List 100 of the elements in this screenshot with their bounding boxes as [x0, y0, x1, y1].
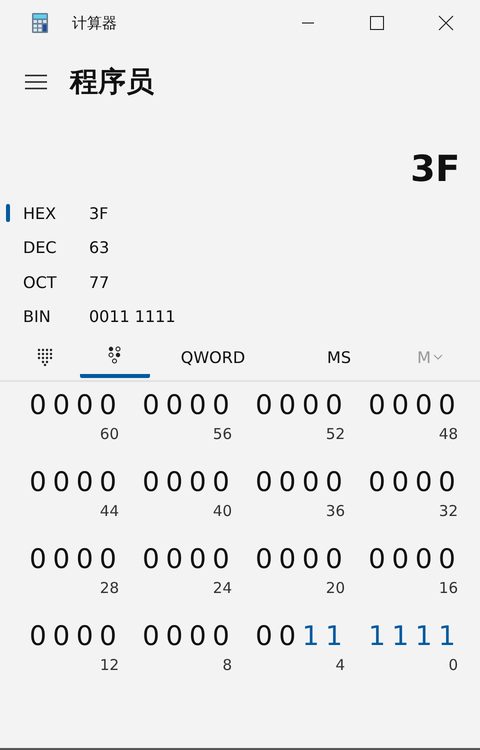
bit-toggle[interactable]: 0 [389, 467, 412, 498]
bit-toggle[interactable]: 0 [186, 621, 209, 652]
bit-toggle[interactable]: 0 [50, 390, 72, 421]
bit-position: 36 [326, 502, 345, 520]
bit-toggle[interactable]: 0 [163, 467, 186, 498]
bit-toggle[interactable]: 0 [140, 621, 162, 652]
bit-toggle[interactable]: 0 [74, 621, 96, 652]
radix-name: HEX [23, 204, 58, 223]
bit-toggle[interactable]: 0 [27, 621, 49, 652]
bit-position: 0 [448, 656, 458, 674]
bit-position: 4 [335, 656, 345, 674]
radix-value: 77 [89, 272, 110, 292]
bit-position: 12 [100, 656, 119, 674]
bit-position: 60 [100, 425, 119, 443]
menu-icon [25, 74, 47, 90]
window-title: 计算器 [72, 14, 118, 32]
chevron-down-icon [432, 353, 443, 361]
bit-toggle[interactable]: 0 [276, 467, 298, 498]
bit-toggle[interactable]: 0 [96, 467, 119, 498]
bit-toggle[interactable]: 0 [366, 467, 388, 498]
bit-toggle[interactable]: 0 [50, 544, 72, 575]
bit-toggle[interactable]: 0 [412, 390, 435, 421]
keypad-icon [37, 348, 53, 366]
bit-toggle[interactable]: 0 [276, 390, 298, 421]
bit-toggle[interactable]: 0 [210, 390, 232, 421]
radix-row[interactable]: BIN 0011 1111 [0, 300, 480, 334]
bit-toggle[interactable]: 0 [300, 390, 322, 421]
bit-toggle[interactable]: 0 [322, 467, 345, 498]
bit-position: 20 [326, 579, 345, 597]
bit-position: 52 [326, 425, 345, 443]
bit-toggle[interactable]: 0 [96, 544, 119, 575]
bit-toggle[interactable]: 0 [27, 390, 49, 421]
bit-toggle[interactable]: 0 [27, 467, 49, 498]
bit-toggle[interactable]: 1 [322, 621, 345, 652]
bit-toggle[interactable]: 0 [436, 467, 458, 498]
bit-toggle[interactable]: 0 [253, 621, 275, 652]
bit-toggle[interactable]: 0 [253, 390, 275, 421]
bit-toggle[interactable]: 0 [300, 544, 322, 575]
bit-toggle[interactable]: 0 [186, 544, 209, 575]
bit-toggle[interactable]: 0 [253, 544, 275, 575]
bit-toggle[interactable]: 0 [322, 544, 345, 575]
calculator-icon [32, 13, 48, 33]
bit-toggle[interactable]: 1 [300, 621, 322, 652]
dots-icon [108, 346, 122, 364]
bit-toggle[interactable]: 0 [276, 544, 298, 575]
bit-toggle[interactable]: 0 [253, 467, 275, 498]
bit-toggle[interactable]: 0 [50, 467, 72, 498]
display-value: 3F [409, 148, 461, 192]
bit-position: 24 [212, 579, 232, 597]
bit-position: 48 [438, 425, 458, 443]
bit-toggle[interactable]: 0 [163, 621, 186, 652]
bit-toggle[interactable]: 0 [140, 544, 162, 575]
bit-toggle[interactable]: 0 [96, 390, 119, 421]
bit-toggle[interactable]: 0 [366, 390, 388, 421]
bit-toggle[interactable]: 0 [74, 544, 96, 575]
bit-toggle[interactable]: 0 [412, 544, 435, 575]
bit-toggle[interactable]: 0 [74, 467, 96, 498]
bit-toggle[interactable]: 0 [27, 544, 49, 575]
toolbar-button[interactable]: MS [276, 336, 402, 378]
bit-toggle[interactable]: 0 [140, 390, 162, 421]
bit-toggle[interactable]: 1 [366, 621, 388, 652]
maximize-icon [368, 15, 384, 31]
bit-toggle[interactable]: 0 [140, 467, 162, 498]
bit-toggle[interactable]: 1 [389, 621, 412, 652]
bit-toggle[interactable]: 0 [163, 390, 186, 421]
mode-title: 程序员 [70, 64, 154, 100]
bit-toggle[interactable]: 0 [389, 390, 412, 421]
bit-toggle[interactable]: 0 [366, 544, 388, 575]
bit-toggle[interactable]: 0 [186, 467, 209, 498]
bit-toggle[interactable]: 0 [300, 467, 322, 498]
close-icon [438, 15, 454, 31]
bit-position: 32 [438, 502, 458, 520]
radix-value: 0011 1111 [89, 307, 176, 326]
radix-row[interactable]: OCT 77 [0, 265, 480, 300]
bit-toggle[interactable]: 0 [412, 467, 435, 498]
bit-toggle[interactable]: 0 [210, 544, 232, 575]
toolbar-button[interactable]: QWORD [150, 336, 276, 378]
bit-toggle[interactable]: 0 [436, 544, 458, 575]
radix-row[interactable]: HEX 3F [0, 196, 480, 230]
radix-name: BIN [23, 307, 52, 326]
bit-position: 28 [100, 579, 119, 597]
radix-value: 3F [89, 204, 108, 223]
bit-toggle[interactable]: 0 [163, 544, 186, 575]
bit-toggle[interactable]: 0 [276, 621, 298, 652]
bit-toggle[interactable]: 0 [436, 390, 458, 421]
bit-toggle[interactable]: 0 [322, 390, 345, 421]
bit-toggle[interactable]: 0 [74, 390, 96, 421]
bit-toggle[interactable]: 0 [186, 390, 209, 421]
bit-position: 16 [438, 579, 458, 597]
bit-position: 40 [212, 502, 232, 520]
bit-toggle[interactable]: 0 [50, 621, 72, 652]
bit-toggle[interactable]: 0 [210, 621, 232, 652]
bit-toggle[interactable]: 1 [412, 621, 435, 652]
bit-toggle[interactable]: 1 [436, 621, 458, 652]
bit-toggle[interactable]: 0 [96, 621, 119, 652]
bit-position: 44 [100, 502, 119, 520]
bit-toggle[interactable]: 0 [210, 467, 232, 498]
radix-row[interactable]: DEC 63 [0, 230, 480, 265]
bit-toggle[interactable]: 0 [389, 544, 412, 575]
radix-name: OCT [23, 272, 58, 292]
